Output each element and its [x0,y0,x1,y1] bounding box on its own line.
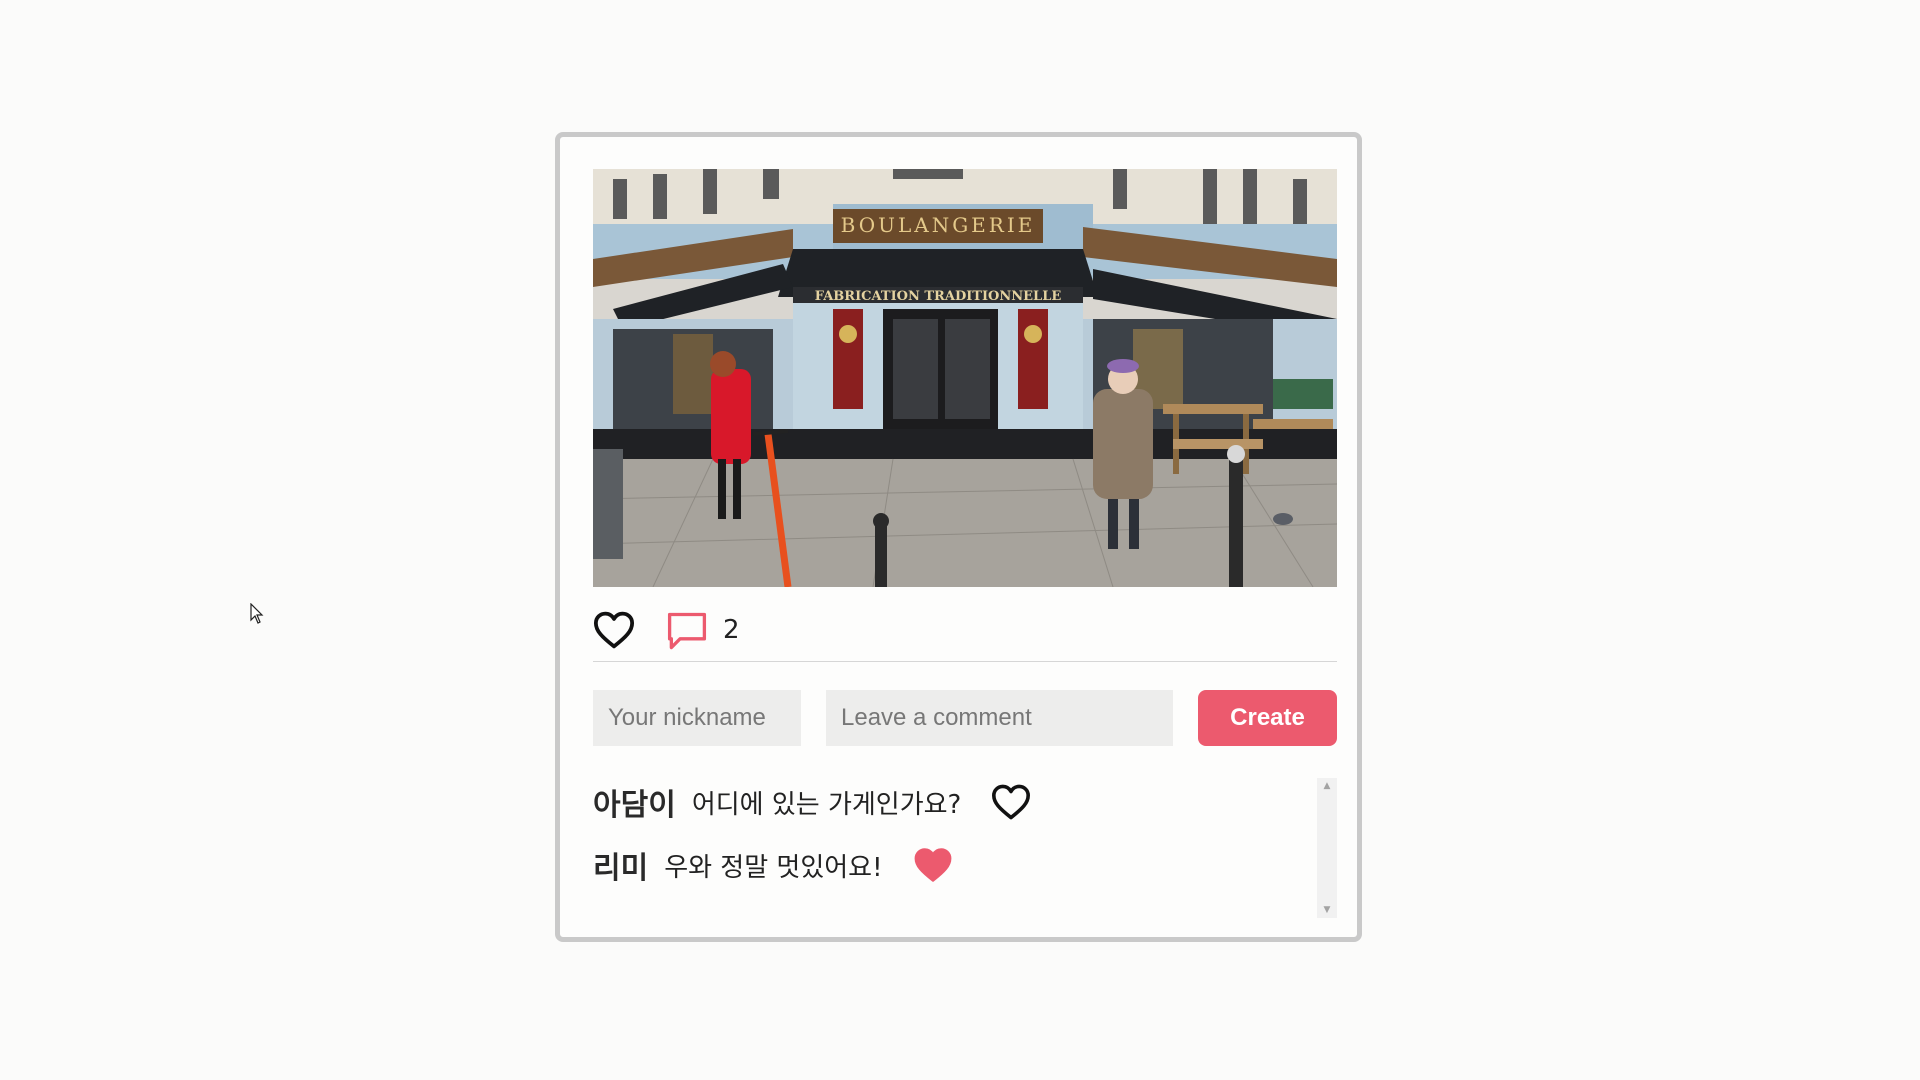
like-button[interactable] [593,611,635,649]
post-actions: 2 [593,605,1337,662]
comment-user: 아담이 [593,788,676,823]
heart-filled-icon [914,848,951,882]
comment-list: 아담이 어디에 있는 가게인가요? 리미 우와 정말 멋있어요! ▲ ▼ [593,778,1337,918]
comment-item: 아담이 어디에 있는 가게인가요? [593,778,1031,826]
post-card: BOULANGERIE FABRICATION TRADITIONNELLE 2… [555,132,1362,942]
storefront-illustration: BOULANGERIE FABRICATION TRADITIONNELLE [593,169,1337,587]
page: BOULANGERIE FABRICATION TRADITIONNELLE 2… [0,0,1920,1080]
comment-bubble-icon [667,612,707,650]
comment-text: 어디에 있는 가게인가요? [691,789,962,820]
sign-awning: FABRICATION TRADITIONNELLE [815,289,1062,304]
comment-item: 리미 우와 정말 멋있어요! [593,841,953,889]
comment-like-button[interactable] [913,847,953,883]
comment-input[interactable] [826,690,1173,746]
comment-text: 우와 정말 멋있어요! [664,852,883,883]
comment-like-button[interactable] [991,784,1031,820]
create-button[interactable]: Create [1198,690,1337,746]
post-image: BOULANGERIE FABRICATION TRADITIONNELLE [593,169,1337,587]
sign-boulangerie: BOULANGERIE [841,213,1036,237]
scroll-up-arrow-icon[interactable]: ▲ [1317,778,1337,794]
cursor-arrow-icon [250,603,264,624]
comment-scrollbar[interactable]: ▲ ▼ [1317,778,1337,918]
scroll-down-arrow-icon[interactable]: ▼ [1317,902,1337,918]
comment-count: 2 [723,615,740,645]
comment-user: 리미 [593,851,649,886]
heart-outline-icon [593,611,635,649]
heart-outline-icon [992,784,1031,820]
nickname-input[interactable] [593,690,801,746]
comment-form: Create [593,690,1337,746]
comment-button[interactable] [666,611,708,651]
